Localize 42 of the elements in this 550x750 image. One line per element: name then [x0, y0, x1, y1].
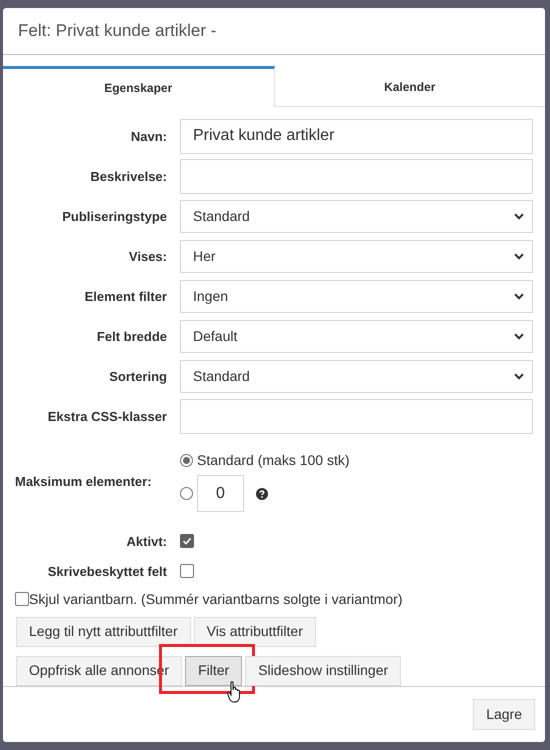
field-label: Ekstra CSS-klasser	[48, 408, 167, 426]
chevron-down-icon	[514, 372, 524, 380]
text-field[interactable]	[180, 398, 533, 434]
field-label: Skrivebeskyttet felt	[48, 562, 167, 581]
chevron-down-icon	[514, 332, 524, 340]
action-button[interactable]: Filter	[185, 656, 242, 686]
checkbox-label: Skjul variantbarn. (Summér variantbarns solgte i variantmor)	[29, 590, 402, 609]
chevron-down-icon	[514, 212, 524, 220]
field-label: Element filter	[84, 288, 167, 306]
help-icon[interactable]	[256, 488, 268, 500]
action-button[interactable]: Legg til nytt attributtfilter	[16, 616, 191, 647]
field-label: Publiseringstype	[62, 208, 167, 226]
select-field[interactable]: Her	[180, 240, 533, 273]
checkmark-icon	[182, 536, 192, 546]
action-button[interactable]: Vis attributtfilter	[194, 616, 316, 647]
field-label: Aktivt:	[126, 532, 167, 551]
dialog-title: Felt: Privat kunde artikler -	[18, 20, 216, 42]
field-label: Felt bredde	[96, 328, 167, 346]
tab[interactable]: Egenskaper	[3, 66, 274, 107]
text-field[interactable]: Privat kunde artikler	[180, 118, 533, 154]
text-field[interactable]	[180, 158, 533, 194]
select-field[interactable]: Standard	[180, 360, 533, 393]
save-button[interactable]: Lagre	[473, 698, 535, 730]
checkbox[interactable]	[180, 564, 194, 578]
field-label: Sortering	[109, 368, 167, 386]
field-label: Maksimum elementer:	[15, 472, 152, 491]
select-field[interactable]: Default	[180, 320, 533, 353]
chevron-down-icon	[514, 292, 524, 300]
radio-label: Standard (maks 100 stk)	[197, 451, 350, 470]
select-field[interactable]: Ingen	[180, 280, 533, 313]
radio-button[interactable]	[180, 487, 193, 500]
tab[interactable]: Kalender	[274, 66, 545, 107]
chevron-down-icon	[514, 252, 524, 260]
field-label: Beskrivelse:	[90, 168, 167, 186]
checkbox[interactable]	[180, 534, 194, 548]
select-field[interactable]: Standard	[180, 200, 533, 233]
field-label: Vises:	[128, 248, 167, 266]
checkbox[interactable]	[15, 592, 29, 606]
action-button[interactable]: Slideshow instillinger	[245, 656, 402, 686]
radio-button[interactable]	[180, 454, 193, 468]
number-field[interactable]: 0	[197, 475, 244, 512]
field-label: Navn:	[130, 128, 167, 146]
